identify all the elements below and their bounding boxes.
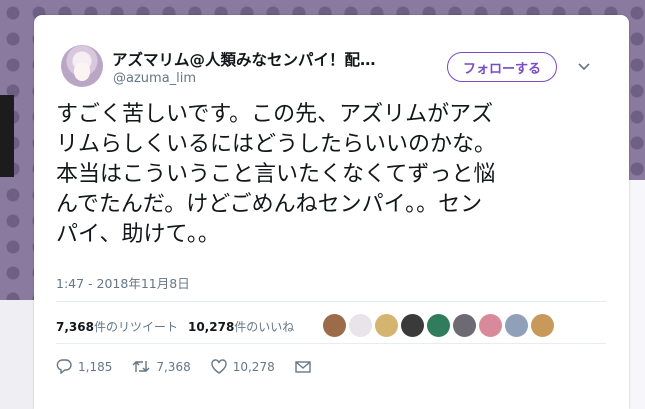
direct-message-button[interactable] bbox=[295, 360, 317, 374]
message-icon bbox=[295, 360, 311, 373]
like-stat-count: 10,278 bbox=[187, 320, 235, 334]
liker-avatar[interactable] bbox=[479, 314, 502, 337]
liker-avatar[interactable] bbox=[453, 314, 476, 337]
retweet-button[interactable]: 7,368 bbox=[132, 359, 191, 374]
liker-avatar[interactable] bbox=[401, 314, 424, 337]
tweet-timestamp[interactable]: 1:47 - 2018年11月8日 bbox=[56, 273, 190, 292]
liker-avatar[interactable] bbox=[323, 314, 346, 337]
tweet-text: すごく苦しいです。この先、アズリムがアズ リムらしくいるにはどうしたらいいのかな… bbox=[56, 100, 611, 250]
user-handle[interactable]: @azuma_lim bbox=[113, 71, 196, 86]
avatar[interactable] bbox=[61, 45, 103, 87]
tweet-text-line: リムらしくいるにはどうしたらいいのかな。 bbox=[56, 132, 497, 157]
reply-icon bbox=[56, 359, 72, 374]
heart-icon bbox=[211, 359, 227, 374]
liker-avatar[interactable] bbox=[531, 314, 554, 337]
follow-button[interactable]: フォローする bbox=[447, 52, 557, 82]
tweet-text-line: パイ、助けて。。 bbox=[56, 222, 220, 247]
liker-avatar[interactable] bbox=[375, 314, 398, 337]
chevron-down-icon[interactable] bbox=[578, 60, 590, 72]
action-bar: 1,185 7,368 10,278 bbox=[56, 359, 337, 374]
divider bbox=[56, 301, 606, 302]
retweet-stat-count: 7,368 bbox=[56, 320, 94, 334]
like-count: 10,278 bbox=[232, 359, 275, 374]
display-name[interactable]: アズマリム@人類みなセンパイ！配… bbox=[112, 48, 432, 70]
background-artwork-bottom-left bbox=[0, 300, 38, 409]
liker-avatars bbox=[323, 314, 554, 337]
like-stat-label: 件のいいね bbox=[234, 320, 295, 334]
reply-button[interactable]: 1,185 bbox=[56, 359, 112, 374]
like-stat[interactable]: 10,278件のいいね bbox=[188, 320, 294, 334]
reply-count: 1,185 bbox=[78, 359, 113, 374]
retweet-stat[interactable]: 7,368件のリツイート bbox=[56, 320, 178, 334]
liker-avatar[interactable] bbox=[505, 314, 528, 337]
tweet-text-line: すごく苦しいです。この先、アズリムがアズ bbox=[56, 102, 494, 127]
tweet-text-line: 本当はこういうこと言いたくなくてずっと悩 bbox=[56, 162, 496, 187]
follow-button-label: フォローする bbox=[462, 61, 541, 77]
like-button[interactable]: 10,278 bbox=[211, 359, 275, 374]
retweet-stat-label: 件のリツイート bbox=[93, 320, 178, 334]
retweet-count: 7,368 bbox=[156, 359, 191, 374]
divider bbox=[56, 343, 606, 344]
engagement-stats: 7,368件のリツイート 10,278件のいいね bbox=[56, 318, 294, 335]
retweet-icon bbox=[132, 361, 150, 372]
liker-avatar[interactable] bbox=[349, 314, 372, 337]
tweet-text-line: んでたんだ。けどごめんねセンパイ。。セン bbox=[56, 192, 483, 217]
background-artwork-left bbox=[0, 95, 14, 177]
tweet-card: アズマリム@人類みなセンパイ！配… @azuma_lim フォローする すごく苦… bbox=[34, 15, 629, 409]
liker-avatar[interactable] bbox=[427, 314, 450, 337]
